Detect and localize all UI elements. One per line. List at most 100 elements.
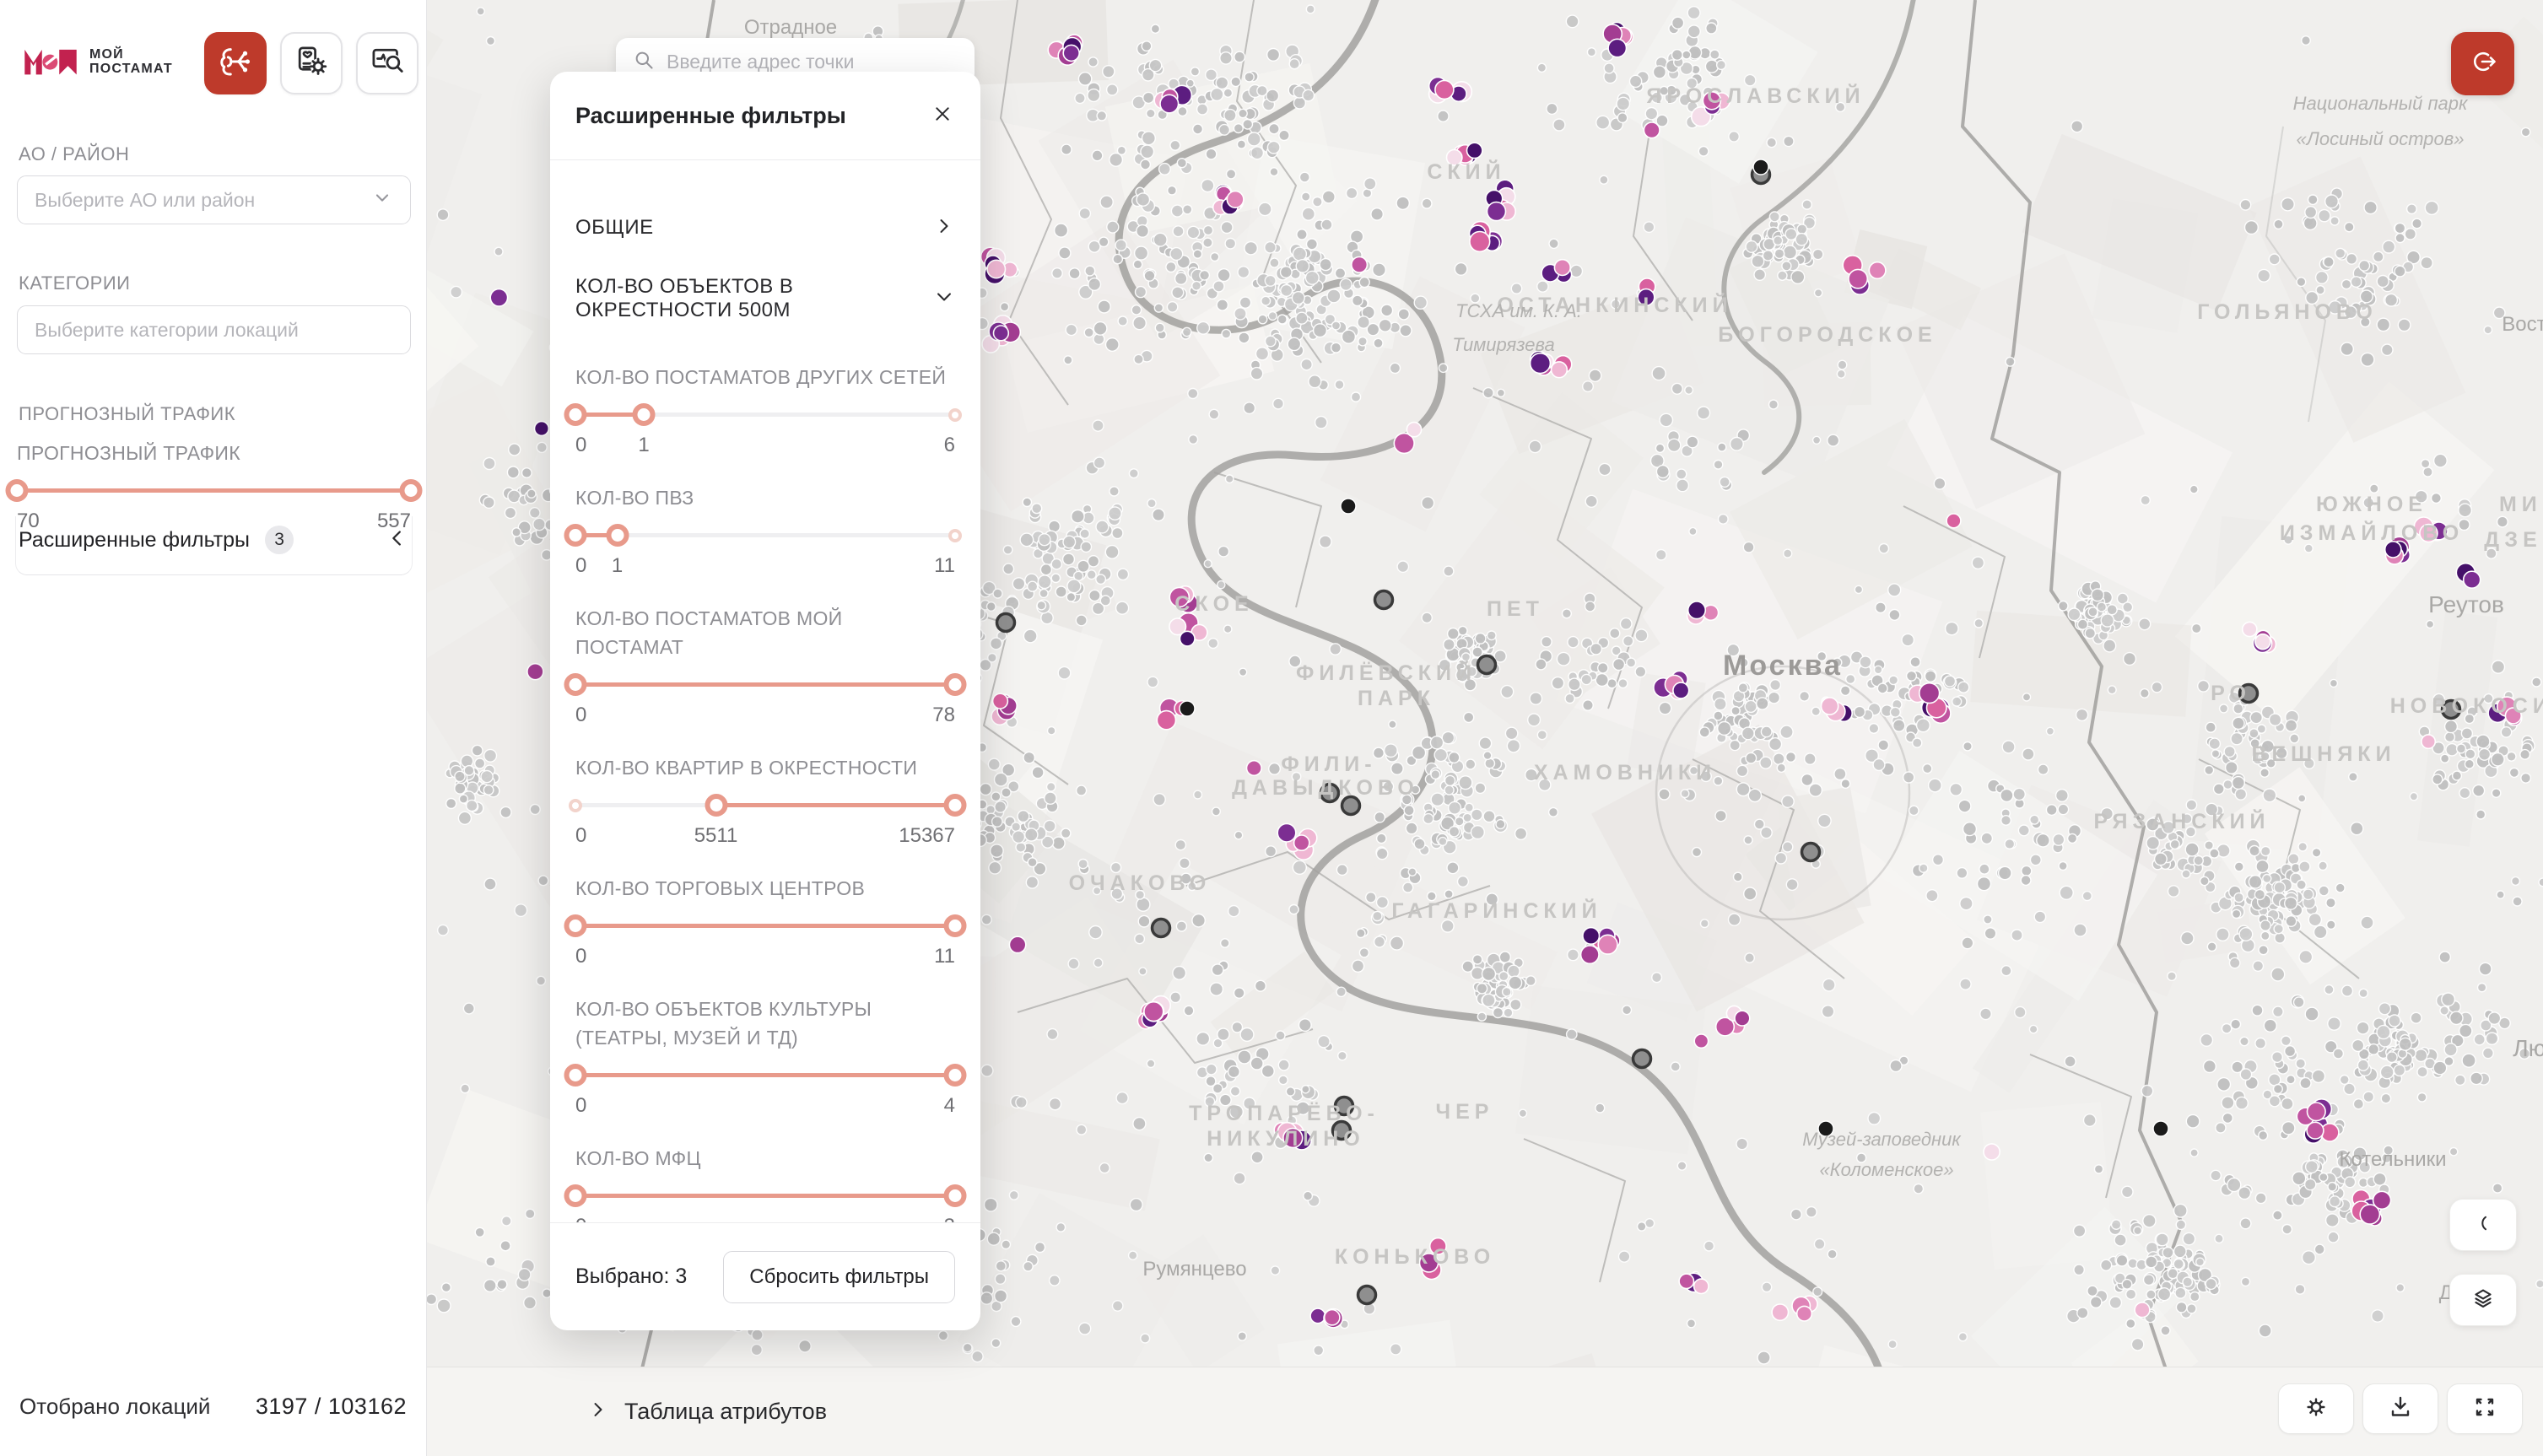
slider-mark: 0	[575, 434, 586, 457]
map-label: СКИЙ	[1427, 159, 1505, 184]
slider-fill	[575, 924, 955, 928]
map-label: ХАМОВНИКИ	[1534, 761, 1716, 785]
map-label: ИЗМАЙЛОВО	[2280, 520, 2464, 545]
slider-label: КОЛ-ВО КВАРТИР В ОКРЕСТНОСТИ	[575, 753, 955, 782]
map-label: Котельники	[2339, 1148, 2446, 1171]
map-label: Москва	[1723, 650, 1843, 682]
fullscreen-button[interactable]	[2447, 1383, 2523, 1434]
advanced-filters-modal: Расширенные фильтры ОБЩИЕ КОЛ-ВО ОБЪЕКТО…	[550, 72, 980, 1330]
slider-handle-max[interactable]	[944, 914, 967, 937]
slider-label: КОЛ-ВО ПОСТАМАТОВ ДРУГИХ СЕТЕЙ	[575, 363, 955, 391]
region-input[interactable]	[35, 189, 371, 212]
slider-handle-max[interactable]	[606, 524, 629, 547]
night-mode-button[interactable]	[2449, 1199, 2517, 1251]
slider-handle-min[interactable]	[564, 1064, 587, 1087]
selection-stats: Отобрано локаций 3197 / 103162	[19, 1394, 407, 1420]
report-settings-button[interactable]	[280, 32, 343, 94]
slider-marks: 016	[575, 434, 955, 461]
slider-track[interactable]	[17, 476, 411, 504]
slider-label: КОЛ-ВО ТОРГОВЫХ ЦЕНТРОВ	[575, 874, 955, 903]
slider-rail	[575, 533, 955, 537]
slider-handle-max[interactable]	[944, 673, 967, 696]
section-general[interactable]: ОБЩИЕ	[575, 192, 955, 263]
slider-handle-min[interactable]	[564, 1184, 587, 1207]
map-label: НОВОКОСИНО	[2390, 694, 2543, 718]
reset-filters-button[interactable]: Сбросить фильтры	[723, 1251, 955, 1303]
slider-mark: 0	[575, 554, 586, 578]
section-general-label: ОБЩИЕ	[575, 216, 654, 240]
advanced-filters-toggle[interactable]: Расширенные фильтры 3	[19, 516, 409, 564]
map-label: ФИЛИ-	[1281, 752, 1376, 776]
slider-label: КОЛ-ВО ПВЗ	[575, 483, 955, 512]
slider-handle-max[interactable]	[944, 794, 967, 817]
slider-fill	[716, 803, 956, 807]
slider-handle-min[interactable]	[6, 479, 29, 502]
filter-slider: КОЛ-ВО ПВЗ 0111	[575, 483, 955, 581]
map-label: Восточ	[2502, 313, 2543, 336]
chevron-down-icon	[933, 286, 955, 312]
monitor-search-button[interactable]	[356, 32, 418, 94]
map-label: ТРОПАРЁВО-	[1189, 1102, 1379, 1125]
map-action-buttons	[2278, 1383, 2523, 1434]
slider-track[interactable]	[575, 911, 955, 940]
attribute-table-bar[interactable]: Таблица атрибутов	[427, 1367, 2543, 1456]
slider-fill	[575, 1194, 955, 1198]
ai-assistant-button[interactable]	[204, 32, 267, 94]
slider-marks: 0111	[575, 554, 955, 581]
slider-track[interactable]	[575, 400, 955, 429]
chevron-left-icon	[386, 526, 409, 554]
layers-button[interactable]	[2449, 1274, 2517, 1326]
slider-end-ghost	[948, 408, 962, 422]
slider-marks: 078	[575, 704, 955, 731]
slider-track[interactable]	[575, 790, 955, 819]
map-label: БОГОРОДСКОЕ	[1718, 323, 1936, 347]
close-icon[interactable]	[930, 101, 955, 131]
slider-mark: 3	[944, 1215, 955, 1222]
map-label: Люб	[2513, 1035, 2543, 1061]
slider-track[interactable]	[575, 670, 955, 698]
map-label: ЮЖНОЕ	[2316, 493, 2427, 516]
slider-label: КОЛ-ВО ПОСТАМАТОВ МОЙ ПОСТАМАТ	[575, 604, 955, 661]
slider-marks: 0551115367	[575, 824, 955, 851]
modal-title: Расширенные фильтры	[575, 103, 846, 129]
slider-handle-max[interactable]	[400, 479, 423, 502]
app-logo: МОЙ ПОСТАМАТ	[24, 46, 173, 78]
map-label: ТСХА им. К. А.	[1455, 300, 1582, 321]
monitor-pulse-magnifier-icon	[368, 42, 407, 85]
slider-handle-max[interactable]	[944, 1064, 967, 1087]
section-nearby-objects[interactable]: КОЛ-ВО ОБЪЕКТОВ В ОКРЕСТНОСТИ 500М	[575, 263, 955, 334]
slider-track[interactable]	[575, 1060, 955, 1089]
slider-handle-min[interactable]	[564, 673, 587, 696]
slider-mark: 0	[575, 1094, 586, 1118]
slider-label: КОЛ-ВО МФЦ	[575, 1144, 955, 1173]
categories-input[interactable]	[35, 319, 393, 342]
map-label: Румянцево	[1142, 1258, 1246, 1281]
mode-toolbar	[204, 32, 418, 94]
chevron-right-icon	[933, 215, 955, 241]
slider-mark: 11	[934, 945, 955, 968]
region-select[interactable]	[17, 175, 411, 224]
logout-button[interactable]	[2451, 32, 2514, 95]
slider-handle-min[interactable]	[564, 524, 587, 547]
map-label: НИКУЛИНО	[1207, 1127, 1365, 1151]
search-input[interactable]	[667, 51, 959, 73]
logout-icon	[2466, 45, 2500, 83]
slider-track[interactable]	[575, 520, 955, 549]
chevron-down-icon	[371, 187, 393, 213]
map-label: Отрадное	[744, 16, 837, 39]
map-label: ДЗЕРЖ	[2484, 528, 2543, 552]
slider-track[interactable]	[575, 1181, 955, 1210]
categories-field[interactable]	[17, 305, 411, 354]
download-button[interactable]	[2362, 1383, 2438, 1434]
slider-handle-max[interactable]	[944, 1184, 967, 1207]
settings-button[interactable]	[2278, 1383, 2354, 1434]
map-label: ОЧАКОВО	[1069, 871, 1212, 895]
slider-handle-min[interactable]	[564, 914, 587, 937]
filter-slider: КОЛ-ВО ТОРГОВЫХ ЦЕНТРОВ011	[575, 874, 955, 972]
ai-brain-icon	[216, 42, 255, 85]
slider-handle-min[interactable]	[564, 403, 587, 426]
modal-header: Расширенные фильтры	[550, 72, 980, 160]
slider-mark: 4	[944, 1094, 955, 1118]
slider-handle-max[interactable]	[633, 403, 656, 426]
slider-handle-min[interactable]	[705, 794, 727, 817]
